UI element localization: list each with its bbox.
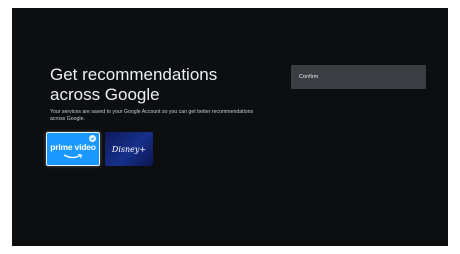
disney-plus-logo: Disney+ <box>111 144 147 154</box>
confirm-button[interactable]: Confirm <box>291 65 426 89</box>
app-card-prime-video[interactable]: prime video <box>46 132 100 166</box>
app-selection-row: prime video Disney+ <box>46 132 153 166</box>
tv-screen: Get recommendations across Google Your s… <box>12 8 448 246</box>
page-title: Get recommendations across Google <box>50 65 218 104</box>
app-card-disney-plus[interactable]: Disney+ <box>105 132 153 166</box>
page-description: Your services are saved to your Google A… <box>50 109 254 122</box>
selected-check-icon <box>89 135 96 142</box>
prime-smile-icon <box>63 154 83 159</box>
prime-video-logo: prime video <box>50 141 96 152</box>
